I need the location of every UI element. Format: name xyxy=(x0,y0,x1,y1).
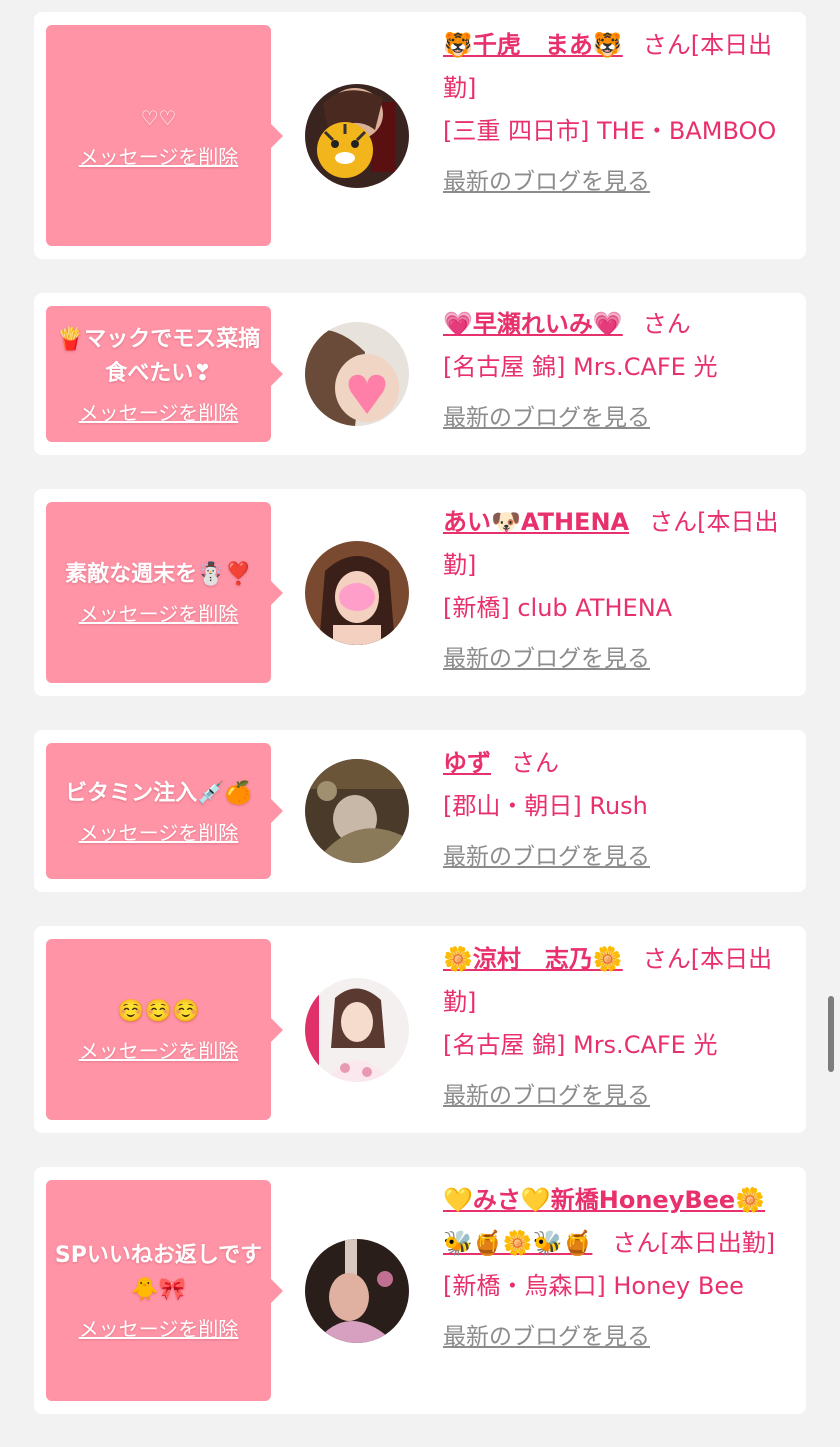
girl-info: 🌼涼村 志乃🌼 さん[本日出勤] [名古屋 錦] Mrs.CAFE 光 最新のブロ… xyxy=(443,938,793,1118)
message-bubble: 素敵な週末を☃️❣️ メッセージを削除 xyxy=(46,502,283,683)
girl-info: あい🐶ATHENA さん[本日出勤] [新橋] club ATHENA 最新のブロ… xyxy=(443,501,793,681)
shop-info: [新橋] club ATHENA xyxy=(443,594,673,622)
message-bubble: 🍟マックでモス菜摘食べたい❣ メッセージを削除 xyxy=(46,306,283,442)
girl-name-link[interactable]: あい🐶ATHENA xyxy=(443,508,629,536)
latest-blog-link[interactable]: 最新のブログを見る xyxy=(443,397,650,440)
shop-info: [郡山・朝日] Rush xyxy=(443,792,648,820)
latest-blog-link[interactable]: 最新のブログを見る xyxy=(443,638,650,681)
avatar[interactable] xyxy=(305,322,409,426)
delete-message-link[interactable]: メッセージを削除 xyxy=(79,141,239,170)
girl-name-link[interactable]: 🐯千虎 まあ🐯 xyxy=(443,31,623,59)
delete-message-link[interactable]: メッセージを削除 xyxy=(79,598,239,627)
avatar[interactable] xyxy=(305,978,409,1082)
bubble-message: 🍟マックでモス菜摘食べたい❣ xyxy=(56,326,261,386)
message-bubble: ビタミン注入💉🍊 メッセージを削除 xyxy=(46,743,283,879)
name-suffix: さん xyxy=(511,749,559,777)
latest-blog-link[interactable]: 最新のブログを見る xyxy=(443,836,650,879)
girl-card: 素敵な週末を☃️❣️ メッセージを削除 あい🐶ATHENA さん[本日出勤] [新… xyxy=(34,489,806,696)
latest-blog-link[interactable]: 最新のブログを見る xyxy=(443,1075,650,1118)
avatar[interactable] xyxy=(305,84,409,188)
message-bubble: ☺️☺️☺️ メッセージを削除 xyxy=(46,939,283,1120)
girl-name-link[interactable]: 💗早瀬れいみ💗 xyxy=(443,310,623,338)
girl-info: 🐯千虎 まあ🐯 さん[本日出勤] [三重 四日市] THE・BAMBOO 最新のブ… xyxy=(443,24,793,204)
bubble-message: ビタミン注入💉🍊 xyxy=(65,780,252,806)
bubble-message: 素敵な週末を☃️❣️ xyxy=(65,562,252,587)
girl-card: ♡♡ メッセージを削除 🐯千虎 まあ🐯 さん[本日出勤] [三重 四日市] THE… xyxy=(34,12,806,259)
latest-blog-link[interactable]: 最新のブログを見る xyxy=(443,161,650,204)
girl-info: 💗早瀬れいみ💗 さん [名古屋 錦] Mrs.CAFE 光 最新のブログを見る xyxy=(443,303,793,440)
girl-card: 🍟マックでモス菜摘食べたい❣ メッセージを削除 💗早瀬れいみ💗 さん [名古屋 錦… xyxy=(34,293,806,455)
girl-card: SPいいねお返しです🐥🎀 メッセージを削除 💛みさ💛新橋HoneyBee🌼🐝🍯🌼… xyxy=(34,1167,806,1414)
girl-name-link[interactable]: ゆず xyxy=(443,749,491,777)
delete-message-link[interactable]: メッセージを削除 xyxy=(79,397,239,426)
delete-message-link[interactable]: メッセージを削除 xyxy=(79,1035,239,1064)
message-bubble: SPいいねお返しです🐥🎀 メッセージを削除 xyxy=(46,1180,283,1401)
shop-info: [新橋・烏森口] Honey Bee xyxy=(443,1272,744,1300)
name-suffix: さん xyxy=(642,310,691,338)
delete-message-link[interactable]: メッセージを削除 xyxy=(79,817,239,846)
shop-info: [三重 四日市] THE・BAMBOO xyxy=(443,117,777,145)
avatar[interactable] xyxy=(305,1239,409,1343)
message-bubble: ♡♡ メッセージを削除 xyxy=(46,25,283,246)
girl-info: ゆず さん [郡山・朝日] Rush 最新のブログを見る xyxy=(443,742,793,879)
scrollbar[interactable] xyxy=(828,996,834,1072)
girl-info: 💛みさ💛新橋HoneyBee🌼🐝🍯🌼🐝🍯 さん[本日出勤] [新橋・烏森口] Ho… xyxy=(443,1179,793,1359)
latest-blog-link[interactable]: 最新のブログを見る xyxy=(443,1316,650,1359)
shop-info: [名古屋 錦] Mrs.CAFE 光 xyxy=(443,1031,718,1059)
girl-name-link[interactable]: 🌼涼村 志乃🌼 xyxy=(443,945,623,973)
avatar[interactable] xyxy=(305,759,409,863)
bubble-message: SPいいねお返しです🐥🎀 xyxy=(54,1243,263,1302)
girl-card: ☺️☺️☺️ メッセージを削除 🌼涼村 志乃🌼 さん[本日出勤] [名古屋 錦] … xyxy=(34,926,806,1133)
bubble-message: ♡♡ xyxy=(140,106,177,130)
delete-message-link[interactable]: メッセージを削除 xyxy=(79,1313,239,1342)
avatar[interactable] xyxy=(305,541,409,645)
girl-card: ビタミン注入💉🍊 メッセージを削除 ゆず さん [郡山・朝日] Rush 最新のブ… xyxy=(34,730,806,892)
name-suffix: さん[本日出勤] xyxy=(612,1229,776,1257)
shop-info: [名古屋 錦] Mrs.CAFE 光 xyxy=(443,353,718,381)
bubble-message: ☺️☺️☺️ xyxy=(117,999,200,1024)
